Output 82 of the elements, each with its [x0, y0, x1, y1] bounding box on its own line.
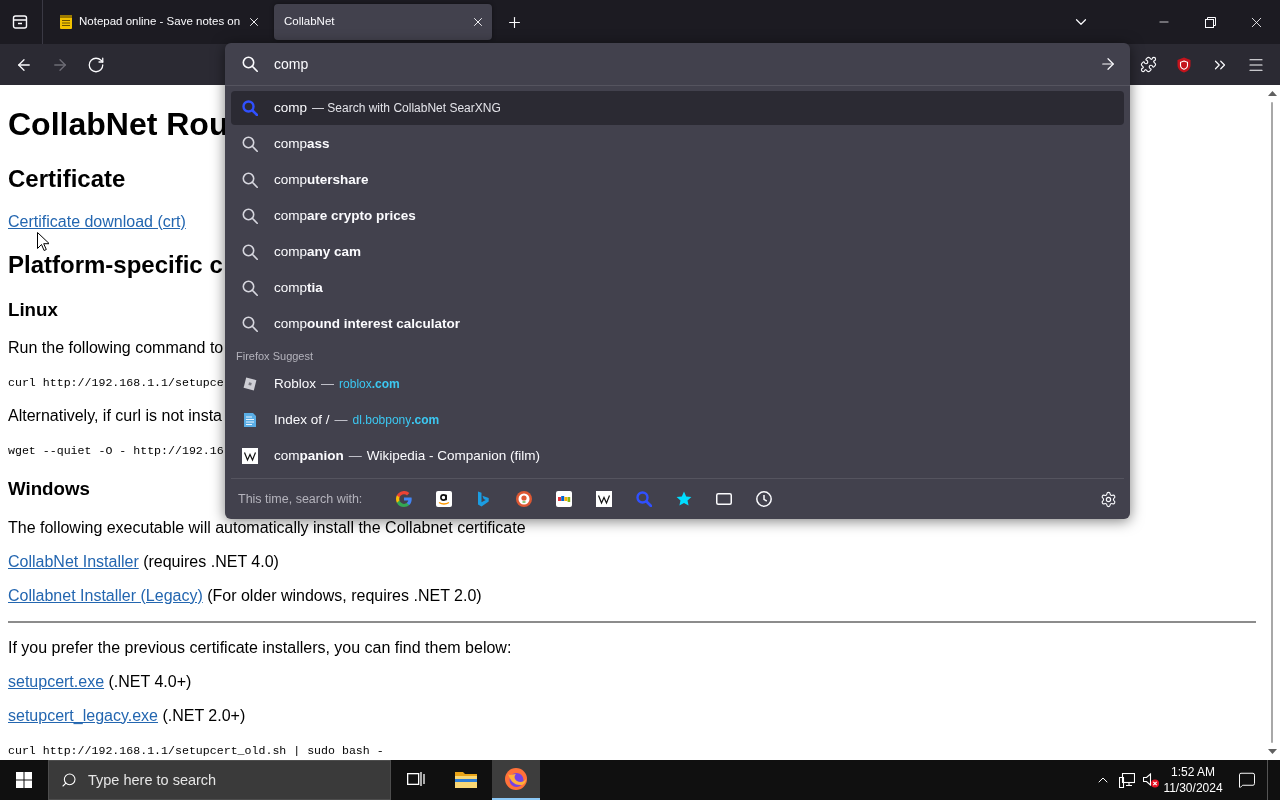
- document-icon: [242, 412, 258, 428]
- letters-logo-icon: [556, 491, 572, 507]
- taskbar-search-bar[interactable]: Type here to search: [48, 760, 391, 800]
- page-link[interactable]: setupcert.exe: [8, 672, 105, 691]
- group-heading: Firefox Suggest: [236, 348, 314, 364]
- search-with-label: This time, search with:: [238, 490, 364, 508]
- search-suggestion[interactable]: compass: [231, 127, 1124, 161]
- search-input[interactable]: Type here to search: [88, 769, 390, 791]
- w-logo-icon: [596, 491, 612, 507]
- search-icon: [242, 56, 258, 72]
- scroll-down-arrow-icon[interactable]: [1267, 749, 1277, 754]
- subsection-heading: Linux: [8, 298, 58, 321]
- search-icon: [636, 491, 652, 507]
- browser-tab[interactable]: CollabNet: [274, 4, 492, 40]
- code-line: curl http://192.168.1.1/setupce: [8, 375, 224, 392]
- clock-button[interactable]: 1:52 AM 11/30/2024: [1163, 760, 1223, 800]
- address-field[interactable]: comp: [274, 52, 1076, 76]
- b-logo-icon: [476, 491, 492, 507]
- folder-icon: [455, 770, 477, 788]
- section-heading: Platform-specific c: [8, 250, 223, 279]
- windows-logo-icon: [16, 772, 32, 788]
- star-icon: [676, 491, 692, 507]
- close-icon: [247, 15, 261, 29]
- scroll-up-arrow-icon[interactable]: [1267, 91, 1277, 96]
- search-icon: [242, 280, 258, 296]
- browser-taskbar-button[interactable]: [492, 760, 540, 800]
- restore-icon: [1204, 16, 1216, 28]
- close-icon: [471, 15, 485, 29]
- w-logo-icon: [242, 448, 258, 464]
- paragraph: Alternatively, if curl is not insta: [8, 407, 222, 426]
- speech-bubble-icon: [1238, 771, 1256, 789]
- page-link[interactable]: Collabnet Installer (Legacy): [8, 586, 203, 605]
- tab-icon: [716, 491, 732, 507]
- search-suggestion[interactable]: compound interest calculator: [231, 307, 1124, 341]
- search-suggestion[interactable]: compare crypto prices: [231, 199, 1124, 233]
- network-icon: [1119, 772, 1135, 788]
- page-link[interactable]: CollabNet Installer: [8, 552, 139, 571]
- link-note: (For older windows, requires .NET 2.0): [207, 586, 482, 605]
- page-link[interactable]: setupcert_legacy.exe: [8, 706, 158, 725]
- smile-logo-icon: [436, 491, 452, 507]
- paragraph: The following executable will automatically install the Collabnet certificate: [8, 518, 526, 537]
- page-link[interactable]: Certificate download (crt): [8, 212, 186, 231]
- speaker-muted-icon: [1143, 772, 1159, 788]
- search-icon: [242, 172, 258, 188]
- g-logo-icon: [396, 491, 412, 507]
- paragraph: Run the following command to: [8, 339, 224, 358]
- search-suggestion[interactable]: comp — Search with CollabNet SearXNG: [231, 91, 1124, 125]
- browser-tab[interactable]: Notepad online - Save notes on: [50, 4, 268, 40]
- clock-icon: [756, 491, 772, 507]
- duck-logo-icon: [516, 491, 532, 507]
- search-suggestion[interactable]: companion — Wikipedia - Companion (film): [231, 439, 1124, 473]
- link-note: (.NET 2.0+): [162, 706, 246, 725]
- search-suggestion[interactable]: comptia: [231, 271, 1124, 305]
- paragraph: If you prefer the previous certificate installers, you can find them below:: [8, 638, 512, 657]
- search-icon: [242, 136, 258, 152]
- mouse-pointer-icon: [37, 232, 49, 251]
- subsection-heading: Windows: [8, 478, 90, 501]
- scrollbar-thumb[interactable]: [1271, 102, 1273, 743]
- notepad-icon: [58, 14, 74, 30]
- reload-icon: [87, 55, 105, 74]
- search-icon: [242, 208, 258, 224]
- section-heading: Certificate: [8, 164, 126, 193]
- code-line: curl http://192.168.1.1/setupcert_old.sh | sudo bash -: [8, 742, 384, 759]
- search-suggestion[interactable]: Index of / — dl.bobpony.com: [231, 403, 1124, 437]
- search-suggestion[interactable]: Roblox — roblox.com: [231, 367, 1124, 401]
- search-icon: [242, 100, 258, 116]
- fox-logo-icon: [505, 768, 527, 790]
- search-suggestion[interactable]: company cam: [231, 235, 1124, 269]
- page-title: CollabNet Rou: [8, 106, 229, 144]
- settings-icon: [1099, 490, 1117, 508]
- search-icon: [242, 244, 258, 260]
- search-suggestion[interactable]: computershare: [231, 163, 1124, 197]
- shield-icon: [1176, 56, 1192, 73]
- link-note: (requires .NET 4.0): [143, 552, 279, 571]
- task-view-icon: [407, 771, 425, 787]
- tray-icon: [12, 14, 28, 30]
- search-icon: [61, 772, 77, 788]
- search-icon: [242, 316, 258, 332]
- right-arrow-icon: [1099, 55, 1117, 73]
- link-note: (.NET 4.0+): [108, 672, 192, 691]
- puzzle-icon: [1139, 56, 1157, 73]
- code-line: wget --quiet -O - http://192.16: [8, 443, 224, 460]
